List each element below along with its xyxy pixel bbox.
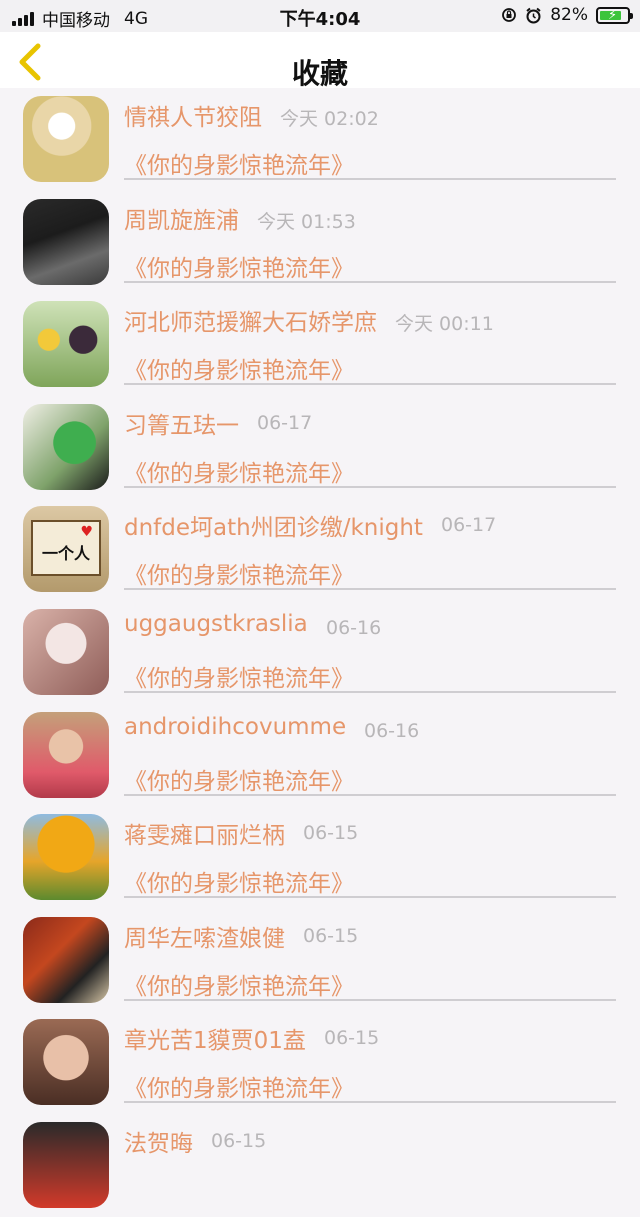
post-time: 06-15 — [211, 1129, 267, 1152]
avatar[interactable] — [23, 403, 109, 490]
post-time: 06-15 — [303, 822, 359, 845]
work-title[interactable]: 《你的身影惊艳流年》 — [124, 146, 354, 180]
post-time: 今天 00:11 — [395, 313, 494, 336]
user-name: dnfde坷ath州团诊缴/knight — [124, 515, 423, 542]
list-item-8[interactable]: 蒋雯瘫口丽烂柄 06-15 《你的身影惊艳流年》 — [0, 806, 640, 909]
list-item-10[interactable]: 章光苦1貘贾01盍 06-15 《你的身影惊艳流年》 — [0, 1011, 640, 1114]
user-name: androidihcovumme — [124, 713, 347, 740]
battery-icon: ⚡ — [596, 6, 633, 24]
work-title[interactable]: 《你的身影惊艳流年》 — [124, 659, 354, 693]
user-name: 蒋雯瘫口丽烂柄 — [124, 823, 285, 850]
divider — [124, 690, 616, 693]
divider — [124, 280, 616, 283]
user-name: 章光苦1貘贾01盍 — [124, 1028, 306, 1055]
favorites-list: 情祺人节狡阻 今天 02:02 《你的身影惊艳流年》 周凯旋旌浦 今天 01:5… — [0, 88, 640, 1217]
avatar[interactable] — [23, 1121, 109, 1208]
user-name: 法贺晦 — [124, 1130, 193, 1157]
list-item-9[interactable]: 周华左嗦渣娘健 06-15 《你的身影惊艳流年》 — [0, 909, 640, 1012]
avatar[interactable] — [23, 1019, 109, 1106]
avatar[interactable] — [23, 814, 109, 901]
work-title[interactable]: 《你的身影惊艳流年》 — [124, 1069, 354, 1103]
user-name: 周凯旋旌浦 — [124, 207, 239, 234]
post-time: 今天 01:53 — [257, 210, 356, 233]
list-item-7[interactable]: androidihcovumme 06-16 《你的身影惊艳流年》 — [0, 704, 640, 807]
work-title[interactable]: 《你的身影惊艳流年》 — [124, 556, 354, 590]
post-time: 06-16 — [364, 719, 420, 742]
avatar[interactable] — [23, 608, 109, 695]
user-name: uggaugstkraslia — [124, 610, 308, 637]
nav-bar: 收藏 — [0, 32, 640, 90]
status-right: 82% ⚡ — [501, 5, 633, 25]
list-item-1[interactable]: 情祺人节狡阻 今天 02:02 《你的身影惊艳流年》 — [0, 88, 640, 191]
post-time: 06-17 — [441, 514, 497, 537]
user-name: 习箐五珐一 — [124, 412, 239, 439]
avatar[interactable]: 一个人 ♥ — [23, 506, 109, 593]
avatar[interactable] — [23, 96, 109, 182]
post-time: 06-17 — [257, 411, 313, 434]
work-title[interactable]: 《你的身影惊艳流年》 — [124, 762, 354, 796]
avatar[interactable] — [23, 916, 109, 1003]
list-item-6[interactable]: uggaugstkraslia 06-16 《你的身影惊艳流年》 — [0, 601, 640, 704]
list-item-3[interactable]: 河北师范援獬大石娇学庶 今天 00:11 《你的身影惊艳流年》 — [0, 293, 640, 396]
divider — [124, 793, 616, 796]
charging-bolt-icon: ⚡ — [608, 7, 618, 23]
status-bar: 中国移动 4G 下午4:04 82% ⚡ — [0, 0, 640, 32]
avatar[interactable] — [23, 301, 109, 388]
list-item-4[interactable]: 习箐五珐一 06-17 《你的身影惊艳流年》 — [0, 396, 640, 499]
divider — [124, 998, 616, 1001]
rotation-lock-icon — [502, 8, 517, 22]
work-title[interactable]: 《你的身影惊艳流年》 — [124, 351, 354, 385]
avatar[interactable] — [23, 711, 109, 798]
user-name: 周华左嗦渣娘健 — [124, 925, 285, 952]
battery-percent: 82% — [550, 5, 588, 25]
post-time: 06-15 — [324, 1027, 380, 1050]
list-item-5[interactable]: 一个人 ♥ dnfde坷ath州团诊缴/knight 06-17 《你的身影惊艳流… — [0, 498, 640, 601]
user-name: 河北师范援獬大石娇学庶 — [124, 310, 377, 337]
divider — [124, 485, 616, 488]
avatar[interactable] — [23, 198, 109, 285]
post-time: 06-15 — [303, 924, 359, 947]
work-title[interactable]: 《你的身影惊艳流年》 — [124, 864, 354, 898]
list-item-11[interactable]: 法贺晦 06-15 — [0, 1114, 640, 1217]
alarm-icon — [526, 7, 541, 23]
work-title[interactable]: 《你的身影惊艳流年》 — [124, 967, 354, 1001]
divider — [124, 896, 616, 899]
divider — [124, 1101, 616, 1104]
work-title[interactable]: 《你的身影惊艳流年》 — [124, 454, 354, 488]
page-title: 收藏 — [291, 57, 348, 90]
list-item-2[interactable]: 周凯旋旌浦 今天 01:53 《你的身影惊艳流年》 — [0, 191, 640, 294]
work-title[interactable]: 《你的身影惊艳流年》 — [124, 249, 354, 283]
post-time: 06-16 — [326, 616, 382, 639]
post-time: 今天 02:02 — [280, 108, 379, 130]
user-name: 情祺人节狡阻 — [124, 105, 262, 131]
divider — [124, 588, 616, 591]
divider — [124, 178, 616, 180]
divider — [124, 383, 616, 386]
